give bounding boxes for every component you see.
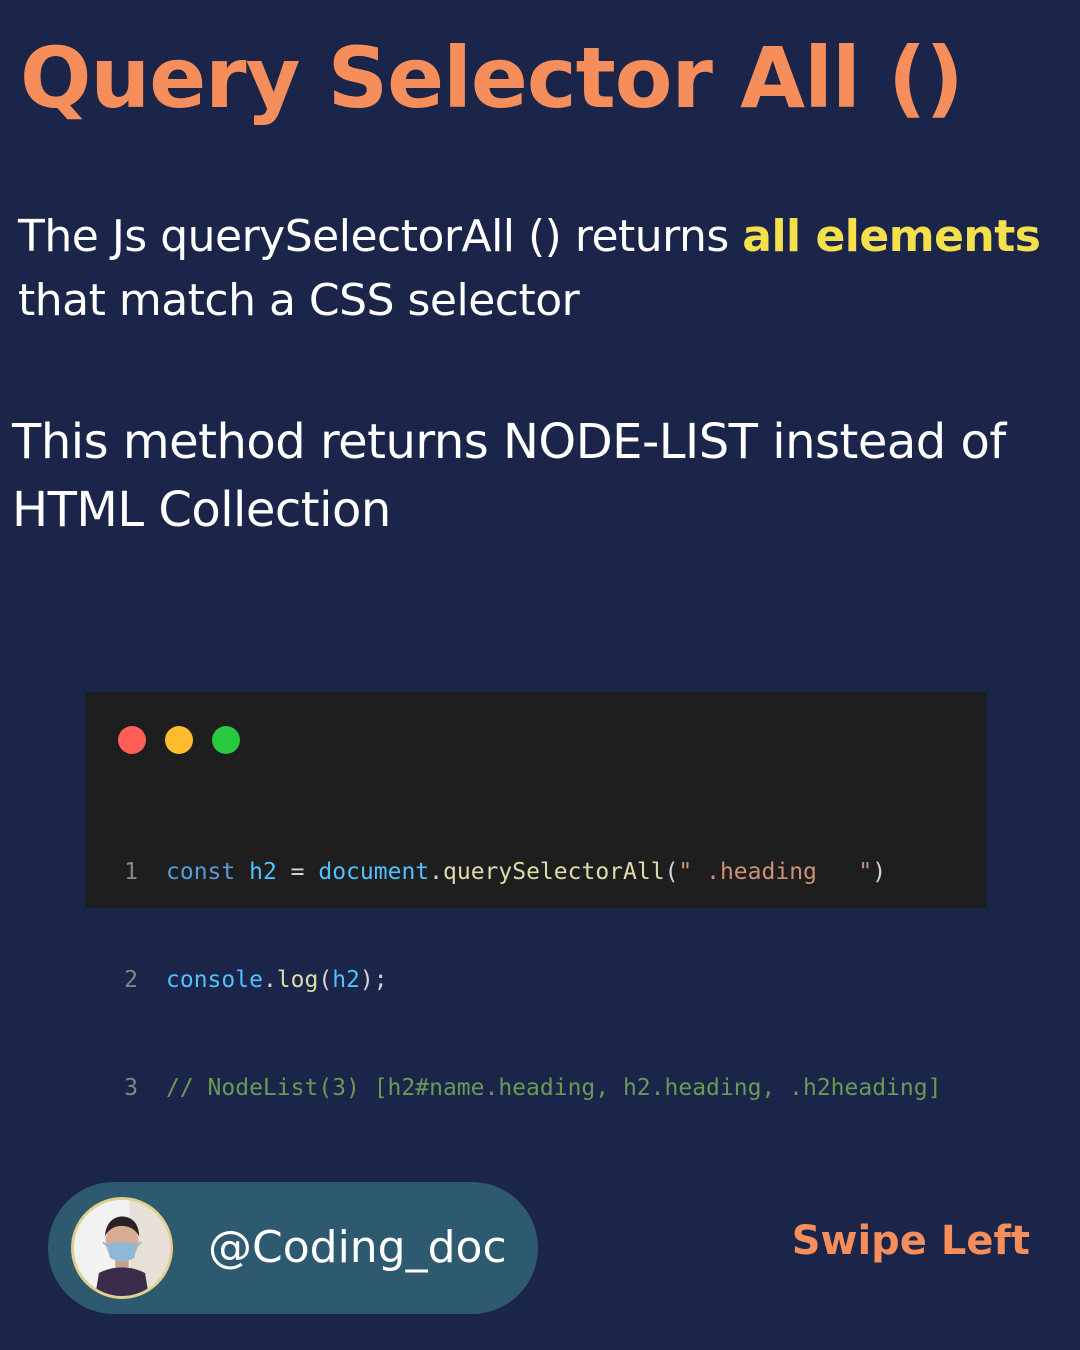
- code-variable: h2: [332, 967, 360, 993]
- profile-handle[interactable]: @Coding_doc: [208, 1182, 507, 1314]
- profile-pill[interactable]: @Coding_doc: [48, 1182, 538, 1314]
- avatar: [71, 1197, 173, 1299]
- nodelist-paragraph: This method returns NODE-LIST instead of…: [12, 414, 1006, 538]
- intro-highlight: all elements: [742, 211, 1041, 262]
- swipe-left-label[interactable]: Swipe Left: [792, 1218, 1030, 1264]
- code-line: 3 // NodeList(3) [h2#name.heading, h2.hea…: [86, 1070, 941, 1106]
- code-comment: // NodeList(3) [h2#name.heading, h2.head…: [166, 1075, 942, 1101]
- page-title: Query Selector All (): [20, 29, 964, 127]
- code-paren-close: ): [872, 859, 887, 885]
- avatar-photo: [74, 1200, 170, 1296]
- code-dot: .: [262, 967, 277, 993]
- code-variable: h2: [249, 859, 277, 885]
- code-keyword: const: [166, 859, 236, 885]
- code-string: " .heading ": [678, 859, 873, 885]
- code-line: 1 const h2 = document. querySelectorAll(" …: [86, 854, 941, 890]
- code-object: document: [318, 859, 430, 885]
- yellow-dot-icon: [165, 726, 193, 754]
- code-paren-open: (: [664, 859, 679, 885]
- code-paren-close: );: [359, 967, 388, 993]
- code-function: log: [276, 967, 319, 993]
- code-paren-open: (: [318, 967, 333, 993]
- green-dot-icon: [212, 726, 240, 754]
- code-window: 1 const h2 = document. querySelectorAll(" …: [86, 692, 986, 1101]
- intro-paragraph: The Js querySelectorAll () returns all e…: [18, 205, 1078, 333]
- window-controls: [118, 726, 240, 754]
- line-number: 2: [124, 967, 138, 993]
- code-line: 2 console. log(h2);: [86, 962, 941, 998]
- intro-text-end: that match a CSS selector: [18, 275, 580, 326]
- intro-text-start: The Js querySelectorAll () returns: [18, 211, 743, 262]
- code-dot: .: [429, 859, 443, 885]
- line-number: 3: [124, 1075, 138, 1101]
- code-object: console: [166, 967, 263, 993]
- code-operator: =: [276, 859, 319, 885]
- code-block: 1 const h2 = document. querySelectorAll(" …: [86, 782, 941, 1178]
- line-number: 1: [124, 859, 138, 885]
- red-dot-icon: [118, 726, 146, 754]
- code-function: querySelectorAll: [443, 859, 665, 885]
